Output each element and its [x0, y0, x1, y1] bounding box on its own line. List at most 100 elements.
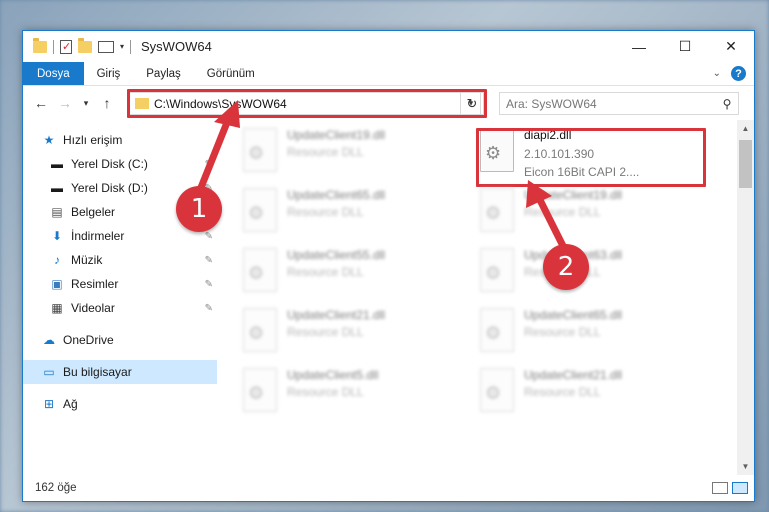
sidebar-item-label: Ağ — [63, 397, 78, 411]
cloud-icon: ☁ — [43, 333, 55, 347]
star-icon: ★ — [43, 133, 55, 147]
tab-giris[interactable]: Giriş — [84, 62, 134, 85]
sidebar-item-network[interactable]: ⊞ Ağ — [23, 392, 217, 416]
documents-icon: ▤ — [51, 205, 63, 219]
dll-file-icon — [480, 188, 514, 232]
help-icon[interactable]: ? — [731, 66, 746, 81]
sidebar-item-label: Belgeler — [71, 205, 116, 219]
item-count: 162 öğe — [35, 482, 77, 494]
scroll-thumb[interactable] — [739, 140, 752, 188]
ribbon-tabs: Dosya Giriş Paylaş Görünüm ⌄ ? — [23, 62, 754, 86]
file-highlight-box — [476, 128, 706, 187]
close-button[interactable]: ✕ — [708, 31, 754, 62]
ribbon-right-controls: ⌄ ? — [713, 66, 746, 81]
sidebar-item-label: Bu bilgisayar — [63, 365, 132, 379]
file-list: UpdateClient19.dllResource DLL diapi2.dl… — [217, 120, 754, 475]
tiles-view-icon[interactable] — [732, 482, 748, 494]
pictures-icon: ▣ — [51, 277, 63, 291]
vertical-scrollbar[interactable]: ▲ ▼ — [737, 120, 754, 475]
details-view-icon[interactable] — [712, 482, 728, 494]
pin-icon[interactable]: ✎ — [205, 303, 213, 314]
dll-file-icon — [243, 128, 277, 172]
search-box[interactable]: Ara: SysWOW64 ⚲ — [499, 92, 739, 115]
file-type: Resource DLL — [287, 265, 364, 279]
sidebar-item-label: OneDrive — [63, 333, 114, 347]
file-item[interactable]: UpdateClient55.dll Resource DLL — [243, 248, 453, 296]
search-icon[interactable]: ⚲ — [716, 97, 738, 111]
sidebar-item-onedrive[interactable]: ☁ OneDrive — [23, 328, 217, 352]
back-arrow-icon[interactable]: ← — [31, 93, 51, 113]
file-type: Resource DLL — [287, 385, 364, 399]
view-switcher — [712, 482, 748, 494]
explorer-window: ▾ SysWOW64 — ☐ ✕ Dosya Giriş Paylaş Görü… — [22, 30, 755, 502]
divider — [53, 39, 54, 54]
maximize-button[interactable]: ☐ — [662, 31, 708, 62]
drive-icon: ▬ — [51, 157, 63, 171]
sidebar-item-videos[interactable]: ▦ Videolar ✎ — [23, 296, 217, 320]
file-name: UpdateClient19.dll — [524, 188, 623, 202]
file-type: Resource DLL — [287, 325, 364, 339]
sidebar-item-label: Yerel Disk (C:) — [71, 157, 148, 171]
file-item[interactable]: UpdateClient21.dll Resource DLL — [243, 308, 453, 356]
customize-dropdown-icon[interactable]: ▾ — [120, 42, 124, 51]
dll-file-icon — [243, 248, 277, 292]
navigation-pane: ★ Hızlı erişim ▬ Yerel Disk (C:) ✎ ▬ Yer… — [23, 120, 217, 475]
file-item[interactable]: UpdateClient65.dll Resource DLL — [480, 308, 690, 356]
sidebar-item-this-pc[interactable]: ▭ Bu bilgisayar — [23, 360, 217, 384]
folder-icon[interactable] — [33, 37, 47, 53]
scroll-down-arrow-icon[interactable]: ▼ — [737, 458, 754, 475]
tab-paylas[interactable]: Paylaş — [133, 62, 194, 85]
file-item[interactable]: UpdateClient19.dll Resource DLL — [480, 188, 690, 236]
file-name: UpdateClient55.dll — [287, 248, 386, 262]
file-item[interactable]: UpdateClient21.dll Resource DLL — [480, 368, 690, 416]
dll-file-icon — [480, 248, 514, 292]
drive-icon: ▬ — [51, 181, 63, 195]
status-bar: 162 öğe — [23, 475, 754, 501]
file-item[interactable]: UpdateClient19.dll Resource DLL — [243, 128, 453, 176]
file-item[interactable]: UpdateClient5.dll Resource DLL — [243, 368, 453, 416]
title-bar: ▾ SysWOW64 — ☐ ✕ — [23, 31, 754, 62]
forward-arrow-icon[interactable]: → — [55, 93, 75, 113]
sidebar-item-label: İndirmeler — [71, 229, 125, 243]
layout-icon[interactable] — [98, 40, 114, 53]
properties-check-icon[interactable] — [60, 39, 72, 54]
file-name: UpdateClient5.dll — [287, 368, 379, 382]
recent-locations-chevron-icon[interactable]: ▾ — [79, 93, 93, 113]
file-type: Resource DLL — [524, 385, 601, 399]
callout-badge-2: 2 — [543, 244, 589, 290]
expand-ribbon-chevron-icon[interactable]: ⌄ — [713, 68, 721, 79]
dll-file-icon — [243, 368, 277, 412]
pin-icon[interactable]: ✎ — [205, 231, 213, 242]
sidebar-item-label: Yerel Disk (D:) — [71, 181, 148, 195]
music-icon: ♪ — [54, 253, 60, 267]
up-arrow-icon[interactable]: ↑ — [97, 93, 117, 113]
file-name: UpdateClient21.dll — [524, 368, 623, 382]
sidebar-item-quick-access[interactable]: ★ Hızlı erişim — [23, 128, 217, 152]
tab-dosya[interactable]: Dosya — [23, 62, 84, 85]
network-icon: ⊞ — [43, 397, 55, 411]
sidebar-item-label: Müzik — [71, 253, 103, 267]
pin-icon[interactable]: ✎ — [205, 255, 213, 266]
scroll-up-arrow-icon[interactable]: ▲ — [737, 120, 754, 137]
computer-icon: ▭ — [43, 365, 55, 379]
sidebar-item-pictures[interactable]: ▣ Resimler ✎ — [23, 272, 217, 296]
new-folder-icon[interactable] — [78, 37, 92, 53]
tab-gorunum[interactable]: Görünüm — [194, 62, 268, 85]
callout-badge-1: 1 — [176, 186, 222, 232]
video-icon: ▦ — [51, 301, 63, 315]
search-input[interactable]: Ara: SysWOW64 — [506, 97, 716, 111]
pin-icon[interactable]: ✎ — [205, 159, 213, 170]
sidebar-item-music[interactable]: ♪ Müzik ✎ — [23, 248, 217, 272]
pin-icon[interactable]: ✎ — [205, 279, 213, 290]
dll-file-icon — [480, 368, 514, 412]
minimize-button[interactable]: — — [616, 31, 662, 62]
file-item[interactable]: UpdateClient65.dll Resource DLL — [243, 188, 453, 236]
download-icon: ⬇ — [51, 229, 63, 243]
file-type: Resource DLL — [287, 145, 364, 159]
file-name: UpdateClient19.dll — [287, 128, 386, 142]
sidebar-item-local-disk-c[interactable]: ▬ Yerel Disk (C:) ✎ — [23, 152, 217, 176]
content-area: ★ Hızlı erişim ▬ Yerel Disk (C:) ✎ ▬ Yer… — [23, 120, 754, 475]
